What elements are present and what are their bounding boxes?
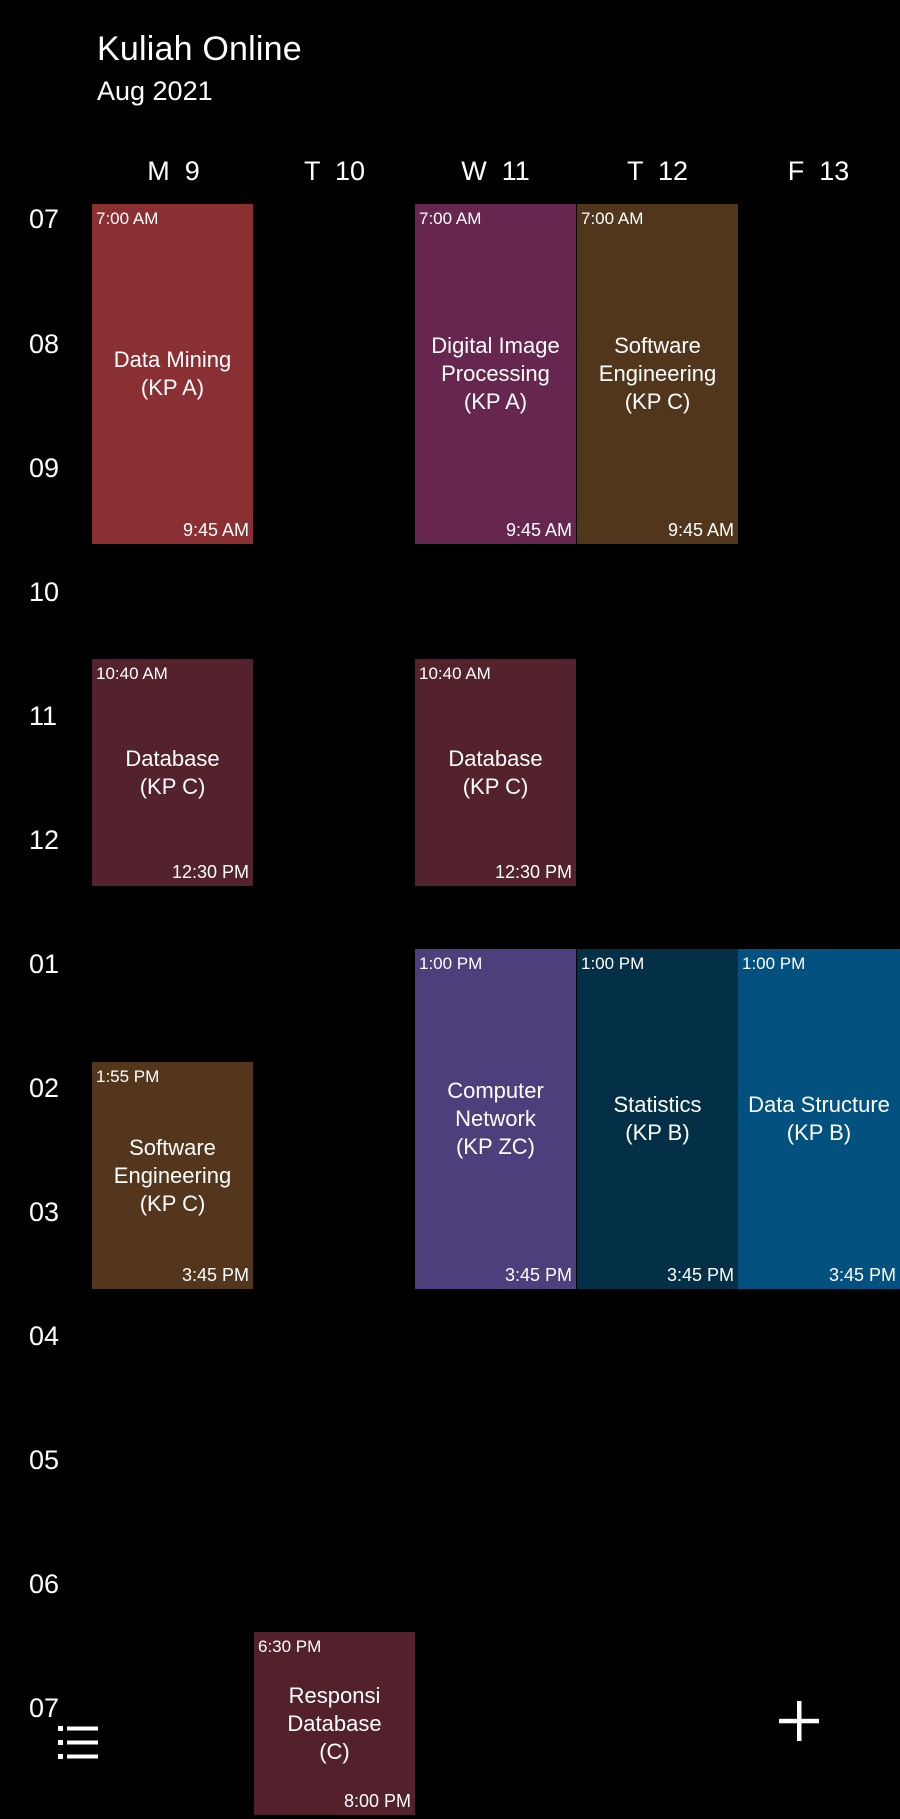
event-end-time: 3:45 PM: [181, 1265, 249, 1285]
event-start-time: 10:40 AM: [419, 664, 491, 683]
hour-label: 07: [29, 204, 60, 234]
event-end-time: 3:45 PM: [666, 1265, 734, 1285]
day-header-thu[interactable]: T 12: [577, 154, 738, 188]
plus-icon: [779, 1701, 819, 1741]
hour-label: 09: [29, 453, 60, 483]
day-header-wed[interactable]: W 11: [415, 154, 576, 188]
event-title: Database (KP C): [448, 745, 543, 799]
event-data-structure[interactable]: 1:00 PM Data Structure (KP B) 3:45 PM: [738, 949, 900, 1289]
event-title: Database (KP C): [125, 745, 220, 799]
event-start-time: 7:00 AM: [419, 209, 482, 228]
month-label: Aug 2021: [97, 76, 213, 106]
day-header-tue[interactable]: T 10: [254, 154, 415, 188]
event-start-time: 1:00 PM: [581, 954, 645, 973]
app-title: Kuliah Online: [97, 30, 302, 68]
event-title: Data Structure (KP B): [748, 1092, 890, 1145]
schedule-list-button[interactable]: [56, 1722, 102, 1764]
hour-label: 05: [29, 1445, 60, 1475]
event-title: Computer Network (KP ZC): [447, 1078, 544, 1159]
hour-label: 02: [29, 1073, 60, 1103]
add-event-button[interactable]: [773, 1695, 825, 1747]
event-database-mon[interactable]: 10:40 AM Database (KP C) 12:30 PM: [92, 659, 253, 886]
event-start-time: 1:00 PM: [742, 954, 806, 973]
event-end-time: 9:45 AM: [505, 520, 572, 540]
list-icon: [58, 1726, 98, 1759]
hour-label: 04: [29, 1321, 60, 1351]
day-header-fri[interactable]: F 13: [738, 154, 899, 188]
hour-label: 03: [29, 1197, 60, 1227]
event-end-time: 12:30 PM: [494, 862, 572, 882]
event-responsi-database[interactable]: 6:30 PM Responsi Database (C) 8:00 PM: [254, 1632, 415, 1815]
event-end-time: 9:45 AM: [667, 520, 734, 540]
event-end-time: 3:45 PM: [504, 1265, 572, 1285]
event-start-time: 1:00 PM: [419, 954, 483, 973]
event-title: Statistics (KP B): [613, 1092, 702, 1145]
event-statistics[interactable]: 1:00 PM Statistics (KP B) 3:45 PM: [577, 949, 738, 1289]
hour-label: 10: [29, 577, 60, 607]
hour-label: 07: [29, 1693, 60, 1723]
event-end-time: 3:45 PM: [828, 1265, 896, 1285]
event-data-mining[interactable]: 7:00 AM Data Mining (KP A) 9:45 AM: [92, 204, 253, 544]
event-title: Software Engineering (KP C): [598, 333, 717, 414]
event-end-time: 9:45 AM: [182, 520, 249, 540]
event-start-time: 10:40 AM: [96, 664, 168, 683]
event-title: Responsi Database (C): [287, 1682, 382, 1764]
event-software-engineering-thu[interactable]: 7:00 AM Software Engineering (KP C) 9:45…: [577, 204, 738, 544]
event-start-time: 7:00 AM: [581, 209, 644, 228]
hour-label: 12: [29, 825, 60, 855]
event-computer-network[interactable]: 1:00 PM Computer Network (KP ZC) 3:45 PM: [415, 949, 576, 1289]
hour-label: 08: [29, 329, 60, 359]
event-digital-image-processing[interactable]: 7:00 AM Digital Image Processing (KP A) …: [415, 204, 576, 544]
event-software-engineering-mon[interactable]: 1:55 PM Software Engineering (KP C) 3:45…: [92, 1062, 253, 1289]
event-title: Data Mining (KP A): [113, 347, 232, 400]
hour-label: 11: [29, 701, 58, 731]
hour-label: 06: [29, 1569, 60, 1599]
hour-label: 01: [29, 949, 60, 979]
event-database-wed[interactable]: 10:40 AM Database (KP C) 12:30 PM: [415, 659, 576, 886]
event-end-time: 8:00 PM: [343, 1791, 411, 1811]
day-header-mon[interactable]: M 9: [93, 154, 254, 188]
event-title: Software Engineering (KP C): [113, 1134, 232, 1216]
event-end-time: 12:30 PM: [171, 862, 249, 882]
event-start-time: 7:00 AM: [96, 209, 159, 228]
event-title: Digital Image Processing (KP A): [431, 333, 560, 414]
event-start-time: 6:30 PM: [258, 1637, 322, 1656]
event-start-time: 1:55 PM: [96, 1067, 160, 1086]
